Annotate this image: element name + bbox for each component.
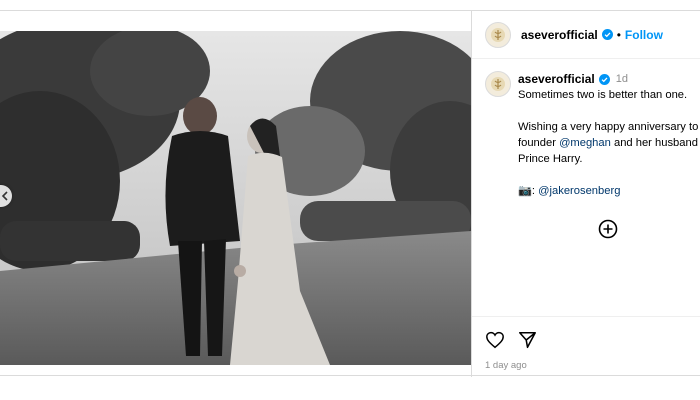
caption-text: founder (518, 137, 560, 149)
follow-button[interactable]: Follow (625, 28, 663, 42)
header-username[interactable]: aseverofficial (521, 28, 598, 42)
avatar[interactable] (485, 21, 511, 48)
action-bar: 1 day ago (472, 316, 700, 377)
caption-line: founder @meghan and her husband (518, 135, 700, 151)
caption-timestamp[interactable]: 1d (616, 73, 628, 85)
caption-line: Sometimes two is better than one. (518, 89, 688, 101)
header-separator: • (616, 27, 621, 42)
heart-icon (486, 331, 504, 349)
verified-badge-icon (598, 73, 610, 85)
caption-avatar[interactable] (485, 71, 511, 97)
add-comment-button[interactable] (598, 219, 618, 239)
brand-logo-icon (491, 27, 505, 42)
caption-line: 📷: @jakerosenberg (518, 183, 700, 199)
post-details-panel: aseverofficial • Follow aseverofficial 1… (471, 11, 700, 377)
caption-text: and her husband (610, 137, 698, 149)
post-photo[interactable] (0, 31, 471, 365)
brand-logo-icon (491, 77, 505, 91)
caption-username[interactable]: aseverofficial (518, 72, 595, 86)
photo-couple-in-garden (0, 31, 471, 365)
caption-line: Wishing a very happy anniversary to (518, 121, 699, 133)
share-button[interactable] (518, 331, 537, 354)
post-frame: aseverofficial • Follow aseverofficial 1… (0, 10, 700, 377)
verified-badge-icon (601, 29, 613, 40)
caption-meta: aseverofficial 1d (518, 71, 700, 87)
camera-emoji: 📷: (518, 185, 539, 197)
post-header: aseverofficial • Follow (472, 11, 700, 59)
post-time-ago[interactable]: 1 day ago (485, 360, 527, 371)
like-button[interactable] (485, 331, 505, 354)
caption: aseverofficial 1d Sometimes two is bette… (485, 71, 700, 197)
send-icon (519, 331, 536, 349)
add-circle-icon (598, 219, 618, 239)
chevron-left-icon (1, 191, 8, 201)
mention-link[interactable]: @jakerosenberg (538, 185, 620, 197)
caption-body: aseverofficial 1d Sometimes two is bette… (518, 71, 700, 199)
mention-link[interactable]: @meghan (559, 137, 611, 149)
caption-line: Prince Harry. (518, 153, 583, 165)
